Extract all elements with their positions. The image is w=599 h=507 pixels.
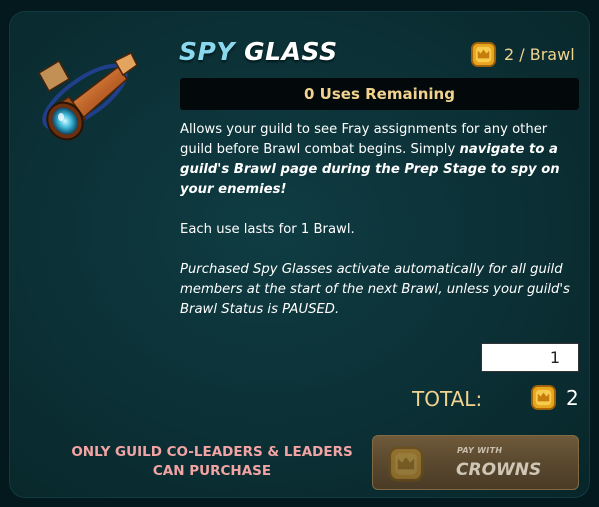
description-paragraph-1: Allows your guild to see Fray assignment… (180, 120, 572, 200)
uses-remaining-bar: 0 Uses Remaining (180, 78, 579, 110)
pay-with-crowns-button[interactable]: PAY WITH CROWNS (372, 435, 579, 490)
description-paragraph-2: Each use lasts for 1 Brawl. (180, 222, 355, 237)
total-amount-value: 2 (566, 385, 579, 410)
uses-remaining-text: 0 Uses Remaining (304, 85, 455, 103)
quantity-input[interactable] (481, 343, 579, 372)
cost-text: 2 / Brawl (504, 45, 575, 64)
purchase-restriction-notice: ONLY GUILD CO-LEADERS & LEADERS CAN PURC… (67, 443, 357, 481)
item-title: SPY GLASS (179, 37, 338, 66)
item-title-word2: GLASS (244, 37, 338, 66)
description-paragraph-3: Purchased Spy Glasses activate automatic… (180, 262, 570, 317)
total-label: TOTAL: (412, 387, 483, 411)
restriction-line-1: ONLY GUILD CO-LEADERS & LEADERS (71, 444, 353, 460)
total-amount: 2 (530, 384, 579, 411)
pay-with-label: PAY WITH (457, 446, 503, 455)
item-title-word1: SPY (179, 37, 235, 66)
spy-glass-panel: SPY GLASS 2 / Brawl 0 Uses Remaining All… (9, 11, 590, 498)
spyglass-icon (37, 51, 138, 141)
item-description: Allows your guild to see Fray assignment… (180, 120, 572, 320)
crown-coin-icon (388, 446, 424, 482)
currency-label: CROWNS (456, 460, 542, 480)
crown-coin-icon (470, 41, 497, 68)
cost-per-brawl: 2 / Brawl (470, 41, 575, 68)
restriction-line-2: CAN PURCHASE (152, 463, 272, 479)
crown-coin-icon (530, 384, 557, 411)
